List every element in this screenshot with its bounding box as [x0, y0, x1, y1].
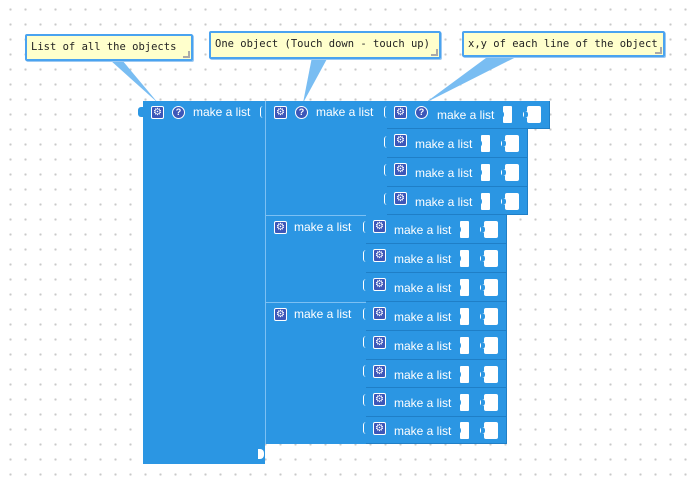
help-icon[interactable]: ?: [172, 106, 185, 119]
mutator-gear-icon[interactable]: ⚙: [274, 221, 287, 234]
x-input-socket[interactable]: [500, 106, 512, 123]
comment-list-of-objects[interactable]: List of all the objects: [25, 34, 193, 61]
mutator-gear-icon[interactable]: ⚙: [394, 163, 407, 176]
x-input-socket[interactable]: [457, 250, 469, 267]
block-label: make a list: [394, 368, 452, 382]
next-item-tab: [258, 449, 264, 459]
y-input-socket[interactable]: [480, 221, 498, 238]
outer-make-a-list-block[interactable]: ⚙ ? make a list: [138, 101, 265, 464]
block-label: make a list: [415, 137, 473, 151]
help-icon[interactable]: ?: [295, 106, 308, 119]
comment-1-pointer: [110, 60, 158, 103]
block-label: make a list: [394, 310, 452, 324]
mutator-gear-icon[interactable]: ⚙: [394, 106, 407, 119]
block-label: make a list: [294, 307, 352, 321]
xy-make-a-list-block[interactable]: ⚙ make a list: [366, 331, 507, 360]
xy-make-a-list-block[interactable]: ⚙ make a list: [366, 244, 507, 273]
object-3-make-a-list-block[interactable]: ⚙ make a list: [265, 302, 366, 444]
mutator-gear-icon[interactable]: ⚙: [394, 134, 407, 147]
x-input-socket[interactable]: [478, 164, 490, 181]
xy-make-a-list-block[interactable]: ⚙ make a list: [387, 158, 528, 187]
block-label: make a list: [394, 223, 452, 237]
y-input-socket[interactable]: [480, 337, 498, 354]
mutator-gear-icon[interactable]: ⚙: [373, 249, 386, 262]
x-input-socket[interactable]: [457, 221, 469, 238]
mutator-gear-icon[interactable]: ⚙: [274, 106, 287, 119]
x-input-socket[interactable]: [457, 422, 469, 439]
y-input-socket[interactable]: [523, 106, 541, 123]
xy-make-a-list-block[interactable]: ⚙ make a list: [366, 388, 507, 417]
block-label: make a list: [193, 105, 251, 119]
xy-make-a-list-block[interactable]: ⚙ make a list: [366, 273, 507, 302]
x-input-socket[interactable]: [457, 308, 469, 325]
mutator-gear-icon[interactable]: ⚙: [373, 220, 386, 233]
y-input-socket[interactable]: [501, 193, 519, 210]
y-input-socket[interactable]: [480, 422, 498, 439]
y-input-socket[interactable]: [480, 366, 498, 383]
comment-text: x,y of each line of the object: [468, 38, 658, 50]
x-input-socket[interactable]: [478, 135, 490, 152]
block-label: make a list: [394, 281, 452, 295]
xy-make-a-list-block[interactable]: ⚙ make a list: [387, 187, 528, 215]
comment-one-object[interactable]: One object (Touch down - touch up): [209, 31, 441, 59]
y-input-socket[interactable]: [480, 279, 498, 296]
mutator-gear-icon[interactable]: ⚙: [151, 106, 164, 119]
block-label: make a list: [437, 108, 495, 122]
comment-3-pointer: [425, 55, 520, 103]
block-label: make a list: [394, 252, 452, 266]
x-input-socket[interactable]: [457, 279, 469, 296]
mutator-gear-icon[interactable]: ⚙: [373, 336, 386, 349]
y-input-socket[interactable]: [480, 308, 498, 325]
block-label: make a list: [294, 220, 352, 234]
object-1-make-a-list-block[interactable]: ⚙ ? make a list: [265, 101, 387, 215]
y-input-socket[interactable]: [501, 164, 519, 181]
xy-make-a-list-block[interactable]: ⚙ make a list: [387, 129, 528, 158]
comment-2-pointer: [303, 57, 328, 103]
mutator-gear-icon[interactable]: ⚙: [373, 422, 386, 435]
x-input-socket[interactable]: [457, 394, 469, 411]
x-input-socket[interactable]: [457, 366, 469, 383]
block-label: make a list: [316, 105, 374, 119]
xy-make-a-list-block[interactable]: ⚙ make a list: [366, 215, 507, 244]
mutator-gear-icon[interactable]: ⚙: [373, 393, 386, 406]
help-icon[interactable]: ?: [415, 106, 428, 119]
comment-xy-lines[interactable]: x,y of each line of the object: [462, 31, 665, 57]
object-2-make-a-list-block[interactable]: ⚙ make a list: [265, 215, 366, 302]
block-label: make a list: [394, 424, 452, 438]
mutator-gear-icon[interactable]: ⚙: [373, 278, 386, 291]
mutator-gear-icon[interactable]: ⚙: [274, 308, 287, 321]
comment-text: List of all the objects: [31, 41, 177, 53]
y-input-socket[interactable]: [480, 250, 498, 267]
x-input-socket[interactable]: [457, 337, 469, 354]
xy-make-a-list-block[interactable]: ⚙ ? make a list: [387, 101, 550, 129]
x-input-socket[interactable]: [478, 193, 490, 210]
y-input-socket[interactable]: [480, 394, 498, 411]
mutator-gear-icon[interactable]: ⚙: [373, 365, 386, 378]
y-input-socket[interactable]: [501, 135, 519, 152]
output-tab: [138, 107, 143, 117]
block-label: make a list: [415, 195, 473, 209]
mutator-gear-icon[interactable]: ⚙: [373, 307, 386, 320]
block-label: make a list: [394, 339, 452, 353]
block-label: make a list: [415, 166, 473, 180]
block-label: make a list: [394, 396, 452, 410]
comment-text: One object (Touch down - touch up): [215, 38, 430, 50]
xy-make-a-list-block[interactable]: ⚙ make a list: [366, 417, 507, 444]
mutator-gear-icon[interactable]: ⚙: [394, 192, 407, 205]
input-socket-marker: [260, 106, 264, 118]
xy-make-a-list-block[interactable]: ⚙ make a list: [366, 360, 507, 388]
xy-make-a-list-block[interactable]: ⚙ make a list: [366, 302, 507, 331]
